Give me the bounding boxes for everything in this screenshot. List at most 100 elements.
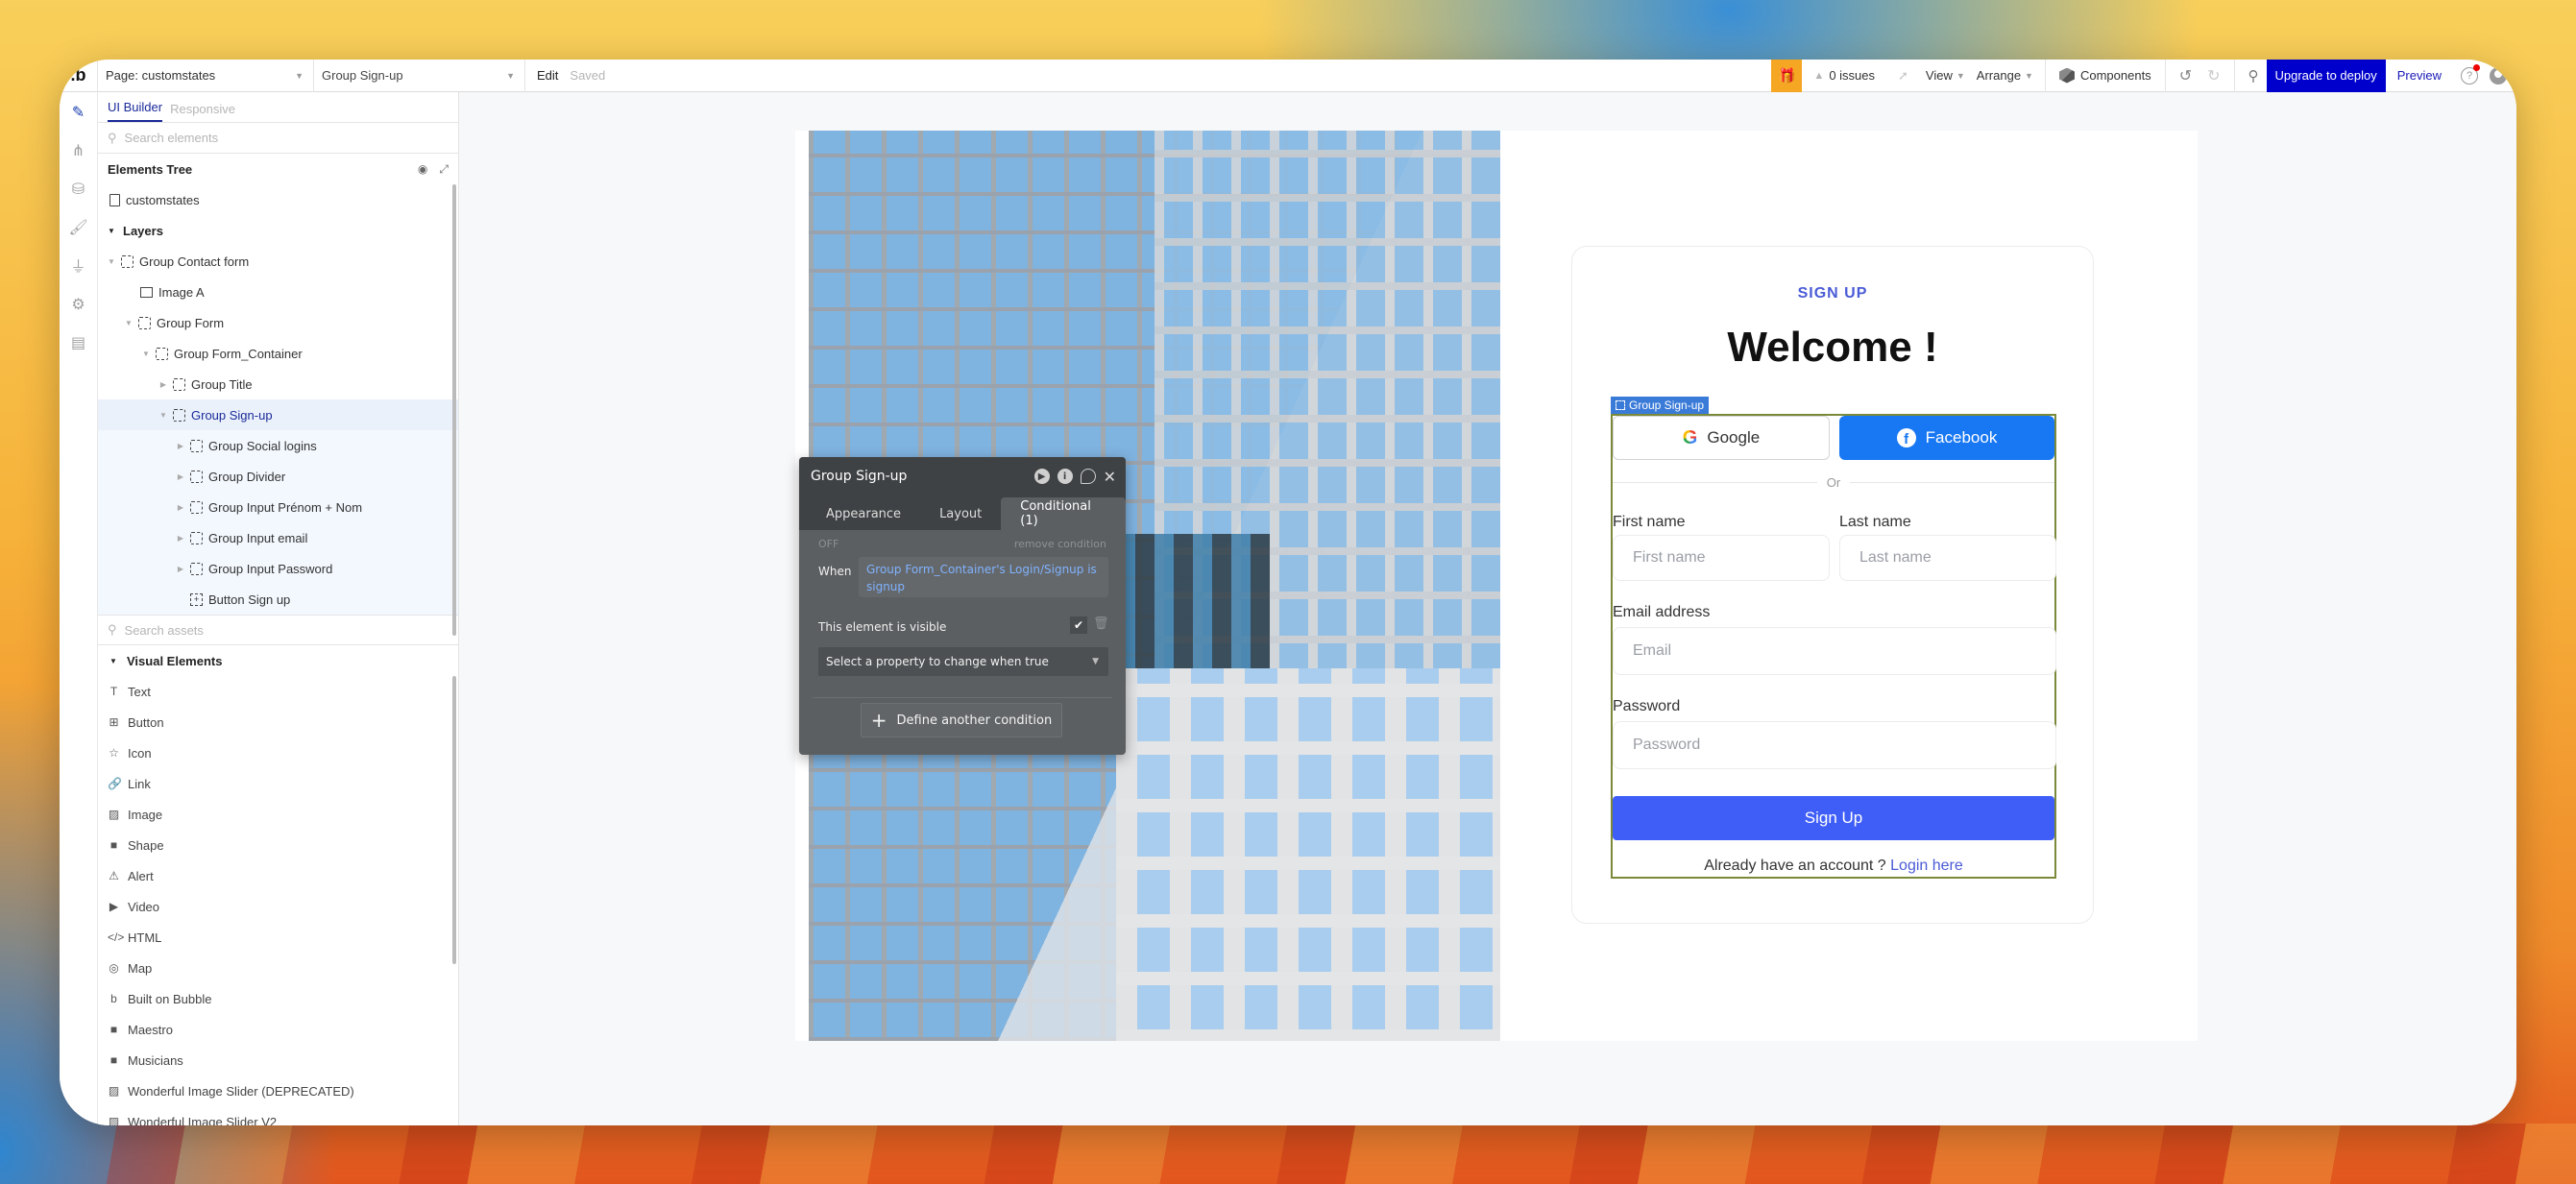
group-icon: [1616, 400, 1625, 410]
alert-icon: ⚠: [109, 869, 119, 882]
expand-icon[interactable]: ⤢: [439, 162, 449, 177]
remove-condition-link[interactable]: remove condition: [1014, 538, 1106, 550]
password-label: Password: [1613, 698, 1681, 714]
asset-item[interactable]: ▶ Video: [98, 891, 458, 922]
logs-icon[interactable]: ▤: [60, 323, 97, 361]
components-button[interactable]: Components: [2052, 67, 2159, 84]
tree-item[interactable]: ▶ Group Input Prénom + Nom: [98, 492, 458, 522]
tree-item[interactable]: ▶ Group Input Password: [98, 553, 458, 584]
cursor-icon[interactable]: ➚: [1886, 68, 1920, 84]
tree-item[interactable]: ▶ Group Title: [98, 369, 458, 399]
asset-item[interactable]: ■ Shape: [98, 830, 458, 860]
tree-item[interactable]: ▼ Group Form: [98, 307, 458, 338]
page-selector[interactable]: Page: customstates ▼: [98, 60, 314, 92]
facebook-login-button[interactable]: f Facebook: [1839, 416, 2054, 460]
search-assets[interactable]: ⚲ Search assets: [98, 615, 458, 645]
asset-item[interactable]: T Text: [98, 676, 458, 707]
editor-canvas[interactable]: SIGN UP Welcome ! Group Sign-up G Google…: [459, 92, 2516, 1125]
last-name-input[interactable]: Last name: [1839, 535, 2056, 581]
edit-menu[interactable]: Edit: [537, 68, 558, 83]
asset-item[interactable]: ■ Musicians: [98, 1045, 458, 1075]
undo-icon[interactable]: ↺: [2172, 66, 2199, 85]
arrange-menu[interactable]: Arrange ▼: [1971, 68, 2039, 83]
signup-kicker: SIGN UP: [1797, 285, 1868, 302]
redo-icon[interactable]: ↻: [2199, 66, 2227, 85]
asset-item[interactable]: ▨ Image: [98, 799, 458, 830]
property-dropdown[interactable]: Select a property to change when true ▼: [818, 647, 1108, 676]
caret-down-icon: ▼: [125, 318, 133, 327]
tree-page-node[interactable]: customstates: [98, 184, 458, 215]
tree-item-selected[interactable]: ▼ Group Sign-up: [98, 399, 458, 430]
eye-icon[interactable]: ◉: [418, 162, 427, 177]
styles-icon[interactable]: 🖌: [60, 207, 97, 246]
asset-item[interactable]: ⚠ Alert: [98, 860, 458, 891]
asset-item[interactable]: ■ Maestro: [98, 1014, 458, 1045]
tree-item[interactable]: ▶ Group Divider: [98, 461, 458, 492]
element-selector[interactable]: Group Sign-up ▼: [314, 60, 525, 92]
sign-up-button[interactable]: Sign Up: [1613, 796, 2054, 840]
password-input[interactable]: Password: [1613, 721, 2056, 769]
tab-appearance[interactable]: Appearance: [807, 497, 920, 530]
search-icon[interactable]: ⚲: [2241, 67, 2267, 85]
tree-item[interactable]: Image A: [98, 277, 458, 307]
assets-scrollbar[interactable]: [452, 676, 456, 964]
settings-icon[interactable]: ⚙: [60, 284, 97, 323]
first-name-input[interactable]: First name: [1613, 535, 1830, 581]
asset-item[interactable]: ◎ Map: [98, 953, 458, 983]
define-another-condition-button[interactable]: + Define another condition: [861, 703, 1062, 737]
play-icon[interactable]: ▶: [1033, 469, 1050, 484]
search-elements-placeholder: Search elements: [124, 131, 219, 145]
tab-responsive[interactable]: Responsive: [170, 102, 235, 122]
user-avatar-icon[interactable]: [2490, 66, 2507, 85]
tree-item[interactable]: ▼ Group Contact form: [98, 246, 458, 277]
help-icon[interactable]: ?: [2461, 63, 2480, 85]
link-icon: 🔗: [108, 777, 122, 790]
search-icon: ⚲: [108, 130, 117, 145]
issues-button[interactable]: ▲ 0 issues: [1802, 68, 1886, 83]
group-signup-selected[interactable]: G Google f Facebook Or First name First …: [1611, 414, 2056, 879]
google-login-button[interactable]: G Google: [1613, 416, 1830, 460]
comment-icon[interactable]: [1080, 469, 1096, 484]
close-icon[interactable]: ✕: [1104, 468, 1116, 486]
condition-off-toggle[interactable]: OFF: [818, 538, 838, 550]
tree-layers-node[interactable]: ▼ Layers: [98, 215, 458, 246]
tab-ui-builder[interactable]: UI Builder: [108, 100, 163, 122]
tree-item[interactable]: ▼ Group Form_Container: [98, 338, 458, 369]
when-expression[interactable]: Group Form_Container's Login/Signup is s…: [859, 557, 1108, 597]
built-on-bubble-icon: b: [110, 992, 117, 1005]
search-elements[interactable]: ⚲ Search elements: [98, 123, 458, 154]
tab-conditional[interactable]: Conditional (1): [1001, 497, 1126, 530]
asset-item[interactable]: ▨ Wonderful Image Slider V2: [98, 1106, 458, 1126]
welcome-title: Welcome !: [1727, 324, 1938, 371]
visual-elements-header[interactable]: ▼ Visual Elements: [98, 645, 458, 676]
tree-scrollbar[interactable]: [452, 184, 456, 636]
chevron-down-icon: ▼: [1956, 70, 1965, 81]
email-input[interactable]: Email: [1613, 627, 2056, 675]
visible-checkbox[interactable]: ✔: [1070, 616, 1087, 634]
trash-icon[interactable]: 🗑: [1093, 616, 1109, 631]
asset-item[interactable]: ▨ Wonderful Image Slider (DEPRECATED): [98, 1075, 458, 1106]
tree-item[interactable]: + Button Sign up: [98, 584, 458, 615]
gift-icon[interactable]: 🎁: [1771, 60, 1803, 92]
info-icon[interactable]: i: [1057, 469, 1073, 484]
asset-item[interactable]: b Built on Bubble: [98, 983, 458, 1014]
asset-item[interactable]: ⊞ Button: [98, 707, 458, 737]
asset-item[interactable]: 🔗 Link: [98, 768, 458, 799]
asset-item[interactable]: </> HTML: [98, 922, 458, 953]
design-icon[interactable]: ✎: [60, 92, 97, 131]
asset-item[interactable]: ☆ Icon: [98, 737, 458, 768]
upgrade-to-deploy-button[interactable]: Upgrade to deploy: [2266, 60, 2386, 92]
bubble-logo-icon[interactable]: .b: [60, 60, 98, 92]
workflow-icon[interactable]: ⋔: [60, 131, 97, 169]
tab-layout[interactable]: Layout: [920, 497, 1001, 530]
plugins-icon[interactable]: ⏚: [60, 246, 97, 284]
notification-dot: [2473, 63, 2480, 71]
data-icon[interactable]: ⛁: [60, 169, 97, 207]
property-editor-header[interactable]: Group Sign-up ▶ i ✕: [799, 457, 1126, 495]
login-here-link[interactable]: Login here: [1890, 858, 1963, 874]
search-icon: ⚲: [108, 622, 117, 637]
tree-item[interactable]: ▶ Group Social logins: [98, 430, 458, 461]
view-menu[interactable]: View ▼: [1920, 68, 1971, 83]
preview-button[interactable]: Preview: [2386, 68, 2453, 83]
tree-item[interactable]: ▶ Group Input email: [98, 522, 458, 553]
